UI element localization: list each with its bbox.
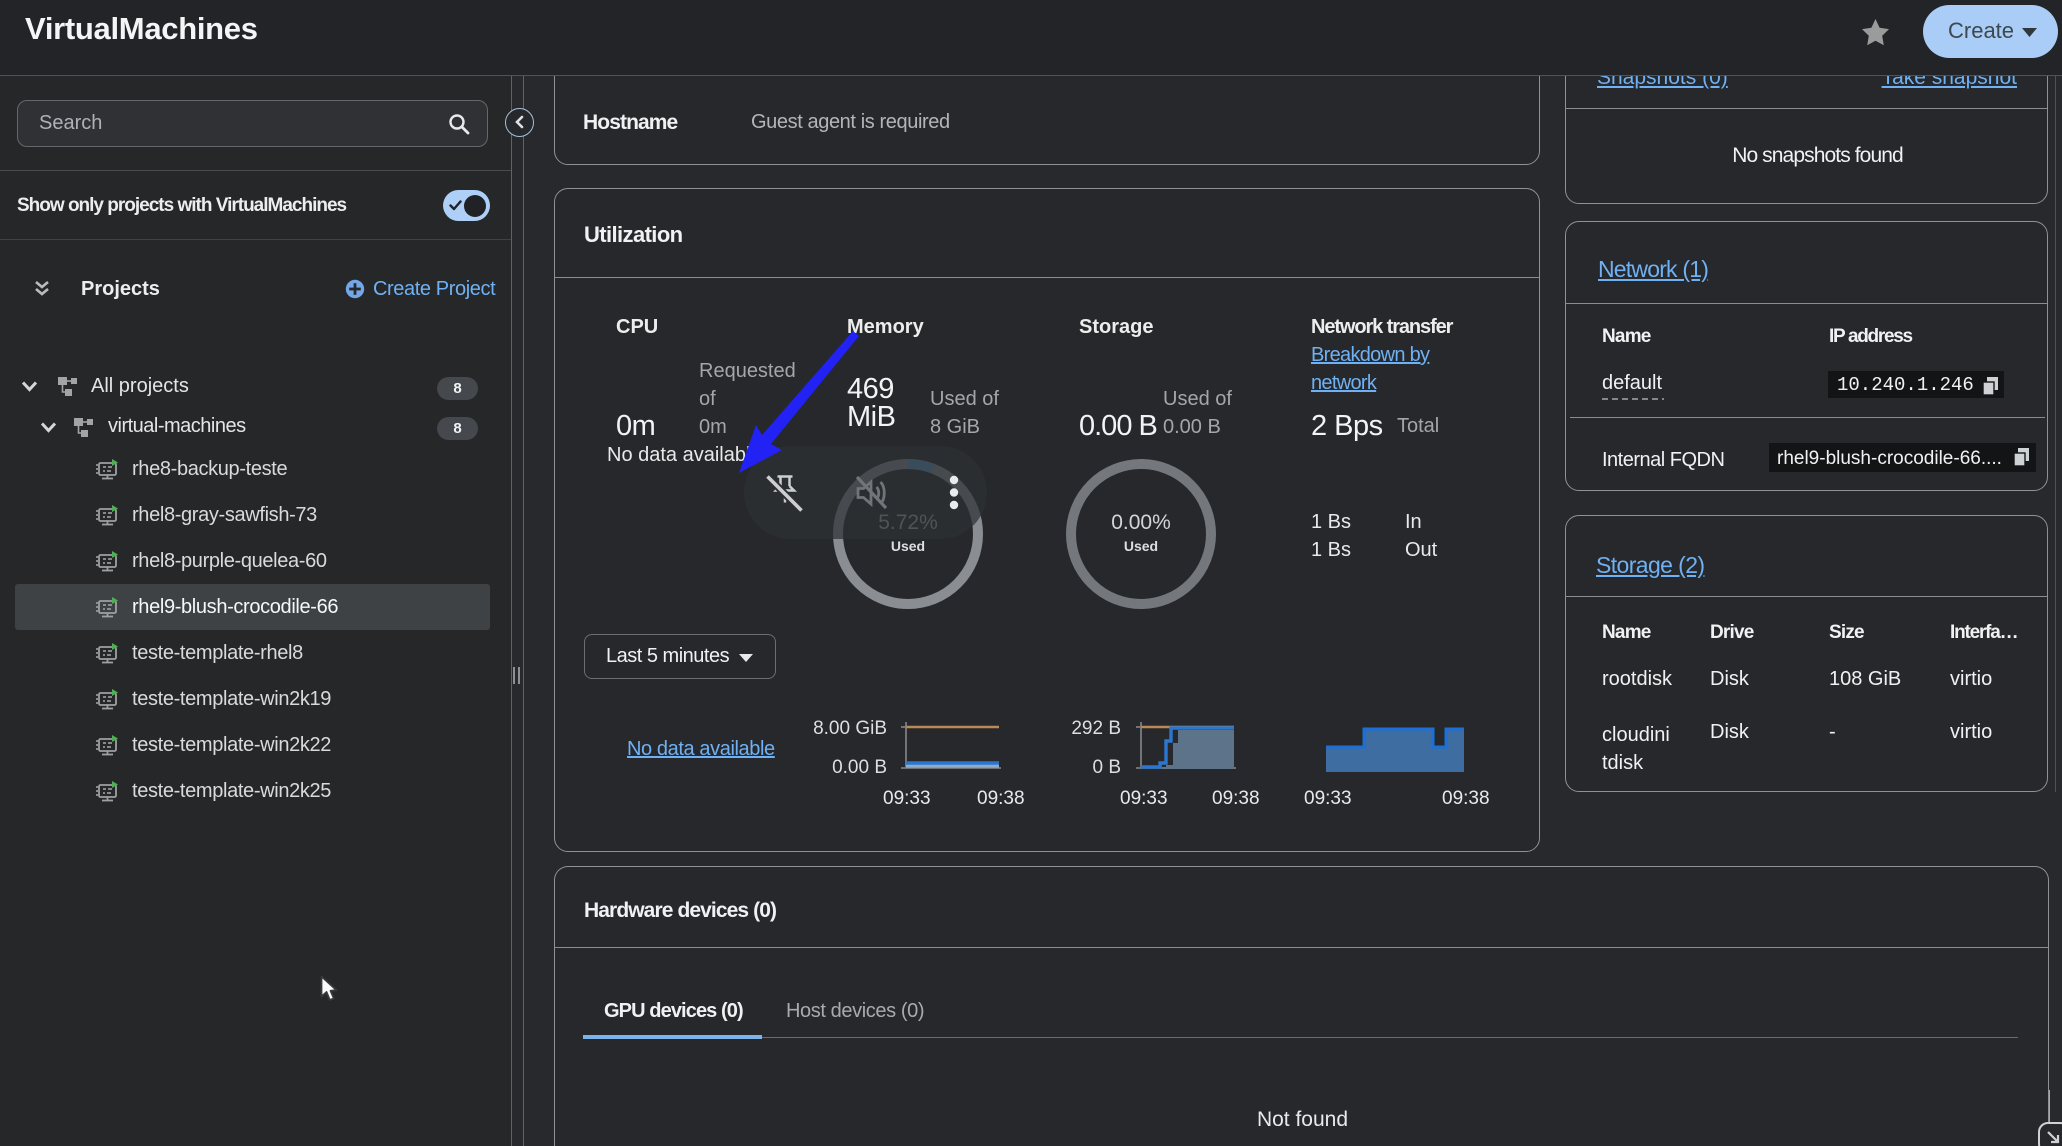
svg-text:0.00%: 0.00%	[1111, 511, 1171, 534]
svg-text:Used: Used	[891, 538, 925, 554]
svg-text:Used: Used	[1124, 538, 1158, 554]
